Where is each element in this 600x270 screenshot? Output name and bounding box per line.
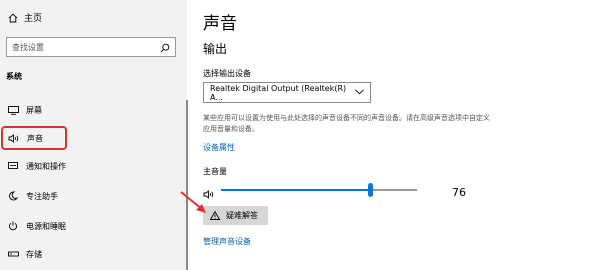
warning-icon	[210, 211, 220, 220]
power-icon	[6, 221, 20, 231]
home-label: 主页	[24, 14, 43, 24]
chevron-down-icon	[355, 88, 364, 97]
main-content: 声音 输出 选择输出设备 Realtek Digital Output (Rea…	[203, 0, 600, 270]
output-device-label: 选择输出设备	[203, 69, 251, 78]
sidebar-item-power-sleep[interactable]: 电源和睡眠	[6, 218, 66, 234]
sidebar-item-sound[interactable]: 声音	[1, 126, 67, 150]
sidebar-item-notifications[interactable]: 通知和操作	[6, 158, 66, 174]
moon-icon	[6, 191, 20, 201]
sidebar-item-label: 声音	[27, 133, 43, 143]
output-device-value: Realtek Digital Output (Realtek(R) A...	[210, 83, 347, 102]
output-device-select[interactable]: Realtek Digital Output (Realtek(R) A...	[203, 82, 371, 103]
monitor-icon	[6, 105, 20, 115]
device-properties-link[interactable]: 设备属性	[203, 142, 235, 153]
troubleshoot-button[interactable]: 疑难解答	[203, 206, 268, 225]
search-box[interactable]	[6, 37, 176, 57]
sidebar-item-label: 专注助手	[26, 191, 58, 201]
search-input[interactable]	[12, 42, 152, 52]
search-icon[interactable]	[160, 38, 170, 57]
volume-row	[203, 182, 483, 199]
sidebar-item-focus-assist[interactable]: 专注助手	[6, 188, 58, 204]
home-icon	[6, 13, 20, 23]
troubleshoot-label: 疑难解答	[226, 211, 258, 220]
section-title-output: 输出	[203, 42, 228, 56]
sidebar-item-label: 屏幕	[26, 105, 42, 115]
master-volume-label: 主音量	[203, 167, 227, 176]
volume-slider[interactable]	[221, 183, 417, 197]
sidebar-item-label: 电源和睡眠	[26, 221, 66, 231]
sidebar-item-label: 通知和操作	[26, 161, 66, 171]
sidebar: 主页 系统 屏幕 声音 通知和操作 专注助手 电源和睡眠	[0, 0, 188, 270]
notification-icon	[6, 161, 20, 171]
sidebar-item-label: 存储	[26, 249, 42, 259]
sidebar-item-display[interactable]: 屏幕	[6, 102, 42, 118]
storage-icon	[6, 250, 20, 258]
volume-value: 76	[452, 186, 466, 199]
output-description: 某些应用可以设置为使用与此处选择的声音设备不同的声音设备。请在高级声音选项中自定…	[203, 114, 490, 133]
volume-slider-fill	[221, 189, 370, 191]
section-label-system: 系统	[6, 72, 22, 81]
speaker-icon	[7, 133, 21, 143]
annotation-arrow-icon	[180, 191, 206, 213]
page-title: 声音	[203, 14, 237, 34]
volume-slider-thumb[interactable]	[368, 183, 373, 197]
sidebar-scrollbar[interactable]	[186, 100, 188, 270]
home-nav-item[interactable]: 主页	[6, 11, 42, 24]
sidebar-item-storage[interactable]: 存储	[6, 246, 42, 262]
manage-sound-devices-link[interactable]: 管理声音设备	[203, 236, 251, 247]
